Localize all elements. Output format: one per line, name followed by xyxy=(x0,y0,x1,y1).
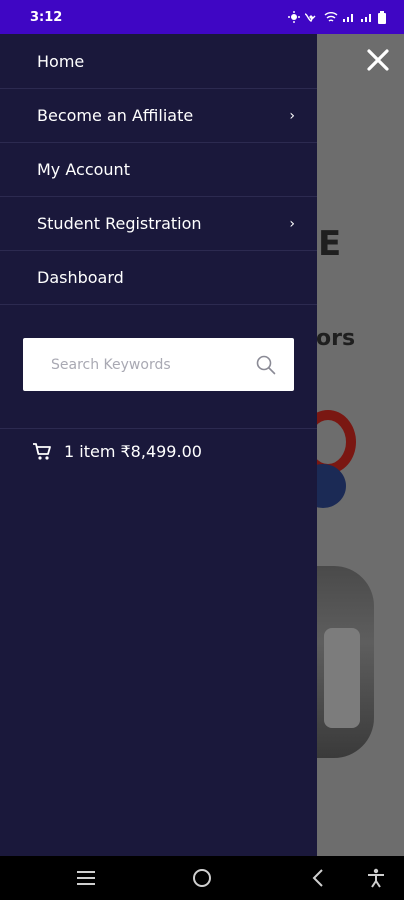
background-heading: E xyxy=(318,224,343,264)
cart-summary[interactable]: 1 item ₹8,499.00 xyxy=(32,442,202,461)
menu-item-label: Become an Affiliate xyxy=(37,106,194,125)
divider xyxy=(0,428,317,429)
system-navigation-bar xyxy=(0,856,404,900)
menu-item-my-account[interactable]: My Account xyxy=(0,143,317,197)
wifi-call-icon xyxy=(304,13,316,23)
search-input[interactable] xyxy=(51,356,241,373)
close-button[interactable] xyxy=(364,46,392,74)
menu-item-dashboard[interactable]: Dashboard xyxy=(0,251,317,305)
menu-item-label: Dashboard xyxy=(37,268,124,287)
menu-item-label: Student Registration xyxy=(37,214,202,233)
menu-icon xyxy=(77,871,95,885)
menu-item-home[interactable]: Home xyxy=(0,34,317,89)
wifi-icon xyxy=(324,12,338,22)
home-circle-icon xyxy=(193,869,211,887)
back-button[interactable] xyxy=(298,856,338,900)
search-box xyxy=(23,338,294,391)
menu-item-label: Home xyxy=(37,51,85,71)
close-icon xyxy=(367,49,389,71)
chevron-right-icon[interactable]: › xyxy=(289,108,295,124)
menu-item-student-registration[interactable]: Student Registration › xyxy=(0,197,317,251)
status-time: 3:12 xyxy=(30,9,63,25)
signal-icon-2 xyxy=(361,14,371,22)
recent-apps-button[interactable] xyxy=(66,856,106,900)
status-icons xyxy=(288,10,386,24)
navigation-drawer: Home Become an Affiliate › My Account St… xyxy=(0,34,317,856)
status-bar: 3:12 xyxy=(0,0,404,34)
cart-text: 1 item ₹8,499.00 xyxy=(64,442,202,461)
battery-icon xyxy=(378,10,386,24)
background-text: ors xyxy=(316,326,356,351)
home-button[interactable] xyxy=(182,856,222,900)
cart-icon xyxy=(33,442,51,460)
back-icon xyxy=(312,869,323,887)
accessibility-icon xyxy=(368,868,384,888)
menu-item-label: My Account xyxy=(37,160,130,179)
accessibility-button[interactable] xyxy=(356,856,396,900)
menu-item-become-affiliate[interactable]: Become an Affiliate › xyxy=(0,89,317,143)
chevron-right-icon[interactable]: › xyxy=(289,216,295,232)
search-icon[interactable] xyxy=(256,355,276,375)
location-icon xyxy=(288,11,300,23)
drawer-menu: Home Become an Affiliate › My Account St… xyxy=(0,34,317,305)
signal-icon xyxy=(343,14,353,22)
